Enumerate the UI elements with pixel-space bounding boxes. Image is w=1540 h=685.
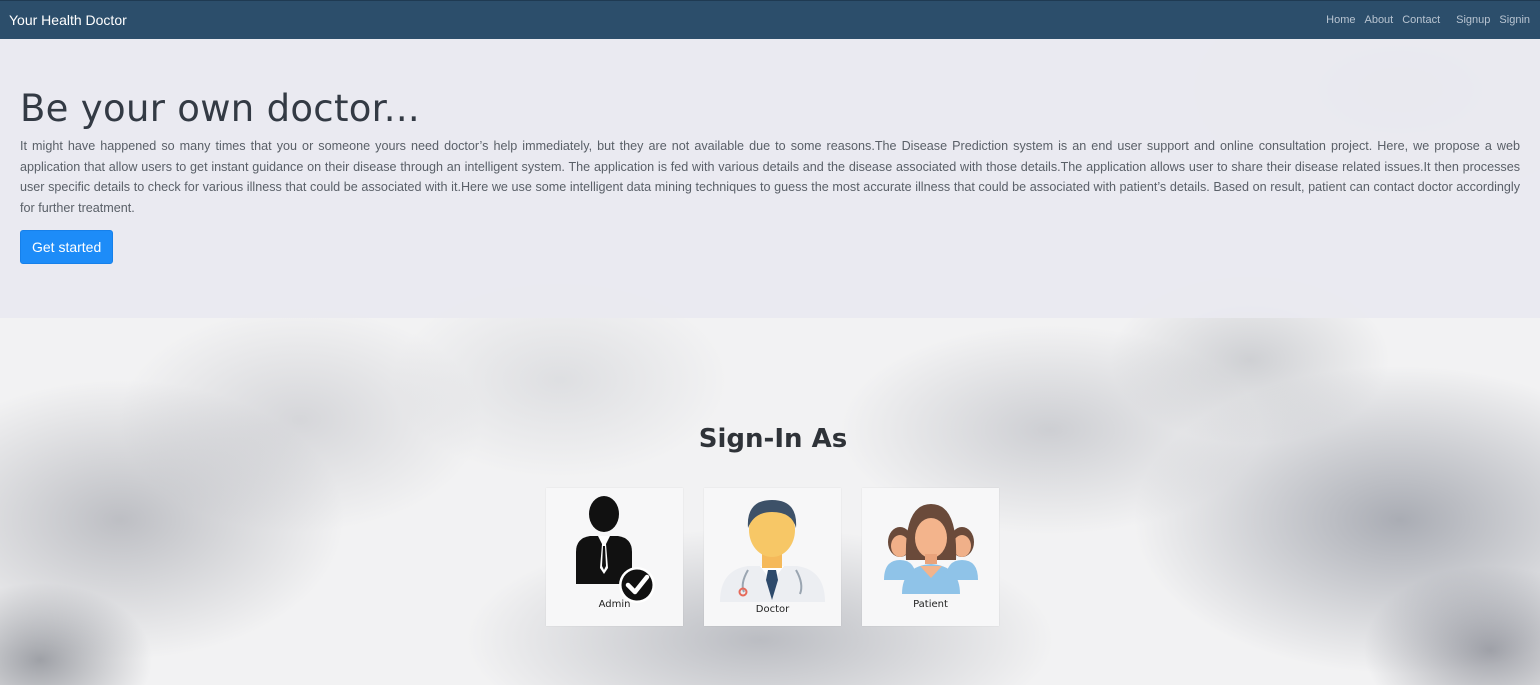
nav-signin-link[interactable]: Signin <box>1499 14 1530 26</box>
doctor-card[interactable]: Doctor <box>704 488 841 626</box>
brand-logo-text[interactable]: Your Health Doctor <box>9 12 127 28</box>
nav-links: Home About Contact Signup Signin <box>1317 14 1530 26</box>
get-started-button[interactable]: Get started <box>20 229 114 264</box>
signin-heading: Sign-In As <box>698 424 848 454</box>
patient-card[interactable]: Patient <box>862 488 999 626</box>
hero-description: It might have happened so many times tha… <box>20 139 1520 216</box>
hero-jumbotron: Be your own doctor... It might have happ… <box>0 39 1540 318</box>
doctor-label: Doctor <box>755 604 790 615</box>
top-navbar: Your Health Doctor Home About Contact Si… <box>0 0 1540 39</box>
nav-signup-link[interactable]: Signup <box>1456 14 1490 26</box>
nav-contact-link[interactable]: Contact <box>1402 14 1440 26</box>
role-cards: Admin Doctor Patient <box>546 488 999 626</box>
admin-card[interactable]: Admin <box>546 488 683 626</box>
nav-home-link[interactable]: Home <box>1326 14 1355 26</box>
admin-label: Admin <box>598 599 631 610</box>
nav-about-link[interactable]: About <box>1364 14 1393 26</box>
hero-title: Be your own doctor... <box>20 87 420 130</box>
patient-label: Patient <box>913 599 948 610</box>
